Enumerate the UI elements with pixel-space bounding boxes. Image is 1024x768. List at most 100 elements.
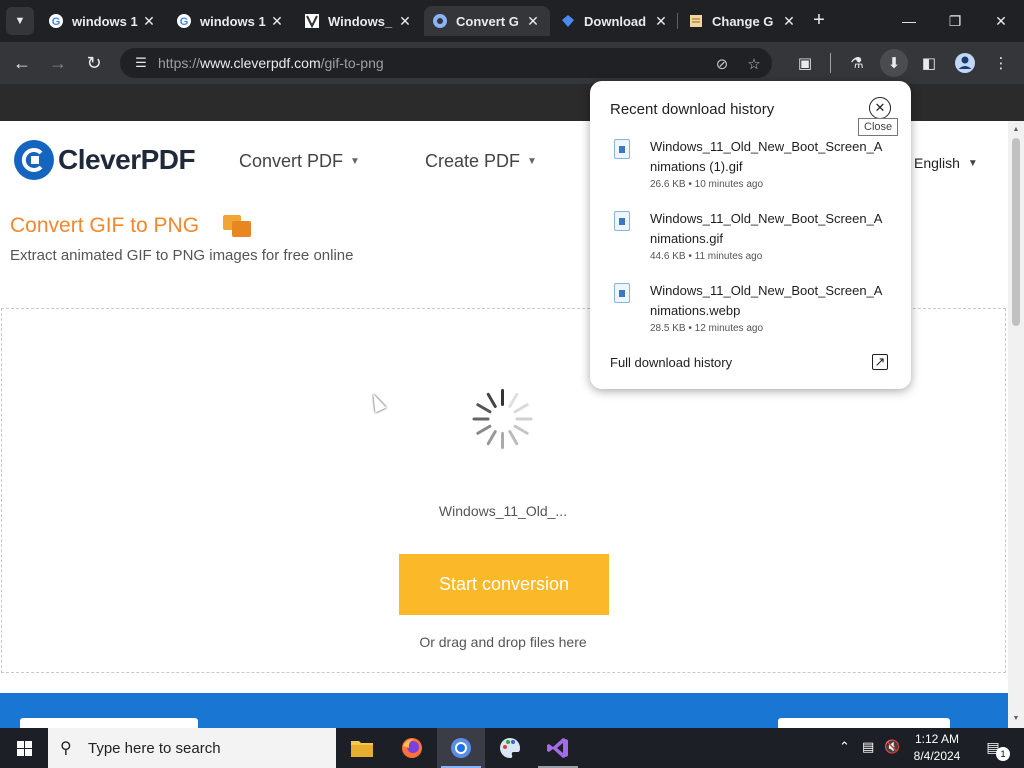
close-icon[interactable]: ✕: [869, 97, 891, 119]
show-hidden-icons[interactable]: ⌃: [839, 739, 850, 755]
footer-banner: [0, 693, 1008, 728]
clock-time: 1:12 AM: [914, 732, 960, 746]
page-scrollbar[interactable]: ▲ ▼: [1008, 121, 1024, 728]
address-bar[interactable]: ☰ https://www.cleverpdf.com/gif-to-png ⊘…: [120, 48, 772, 78]
close-tab-icon[interactable]: ✕: [524, 12, 542, 30]
banner-card: [20, 718, 198, 728]
tool-title-text: Convert GIF to PNG: [10, 214, 200, 237]
site-settings-icon[interactable]: ☰: [126, 55, 156, 71]
url-text[interactable]: https://www.cleverpdf.com/gif-to-png: [158, 55, 384, 71]
chevron-down-icon: ▼: [14, 15, 26, 27]
minimize-icon: —: [902, 13, 916, 29]
file-explorer-app[interactable]: [338, 728, 386, 768]
bookmark-star-icon[interactable]: ☆: [744, 54, 764, 74]
tab-search-button[interactable]: ▼: [6, 7, 34, 35]
arrow-left-icon: ←: [13, 52, 31, 73]
uploaded-file-name: Windows_11_Old_...: [438, 503, 568, 519]
chrome-app[interactable]: [437, 728, 485, 768]
download-item[interactable]: Windows_11_Old_New_Boot_Screen_Animation…: [614, 209, 894, 265]
back-button[interactable]: ←: [8, 49, 36, 77]
download-icon[interactable]: ⬇: [880, 49, 908, 77]
file-icon: [614, 283, 630, 303]
side-panel-icon[interactable]: ◧: [916, 50, 942, 76]
diamond-icon: [560, 13, 576, 29]
download-file-meta: 28.5 KB • 12 minutes ago: [650, 323, 764, 334]
full-download-history-link[interactable]: Full download history: [610, 355, 732, 370]
scroll-down-icon[interactable]: ▼: [1008, 712, 1024, 726]
logo-text: CleverPDF: [58, 144, 196, 175]
cleverpdf-icon: [432, 13, 448, 29]
network-icon[interactable]: ▤: [862, 739, 874, 755]
restore-button[interactable]: ❐: [932, 0, 978, 42]
tab-windows-1b[interactable]: G windows 1 ✕: [168, 6, 294, 36]
tab-download[interactable]: Download ✕: [552, 6, 678, 36]
tab-strip: ▼ G windows 1 ✕ G windows 1 ✕ Windows_ ✕…: [0, 0, 1024, 42]
close-window-button[interactable]: ✕: [978, 0, 1024, 42]
new-tab-button[interactable]: +: [808, 9, 830, 31]
minimize-button[interactable]: —: [886, 0, 932, 42]
chevron-down-icon: ▼: [527, 156, 537, 167]
tab-title: Convert G: [456, 13, 519, 29]
paint-app[interactable]: [486, 728, 534, 768]
download-item[interactable]: Windows_11_Old_New_Boot_Screen_Animation…: [614, 281, 894, 337]
close-tab-icon[interactable]: ✕: [268, 12, 286, 30]
site-logo[interactable]: CleverPDF: [14, 140, 196, 180]
labs-flask-icon[interactable]: ⚗: [844, 50, 870, 76]
start-button[interactable]: [0, 728, 48, 768]
close-tab-icon[interactable]: ✕: [396, 12, 414, 30]
menu-kebab-icon[interactable]: ⋮: [988, 50, 1014, 76]
notification-center-icon[interactable]: ▤ 1: [982, 737, 1010, 761]
nav-convert-pdf[interactable]: Convert PDF ▼: [239, 151, 360, 172]
svg-text:G: G: [52, 16, 61, 28]
nav-create-pdf[interactable]: Create PDF ▼: [425, 151, 537, 172]
system-clock[interactable]: 1:12 AM 8/4/2024: [904, 731, 970, 765]
reload-button[interactable]: ↻: [80, 49, 108, 77]
reload-icon: ↻: [86, 52, 102, 73]
paint-palette-icon: [500, 738, 520, 758]
forward-button[interactable]: →: [44, 49, 72, 77]
file-icon: [614, 139, 630, 159]
download-item[interactable]: Windows_11_Old_New_Boot_Screen_Animation…: [614, 137, 894, 193]
language-label: English: [914, 155, 960, 171]
extensions-icon[interactable]: ▣: [792, 50, 818, 76]
gif-to-png-icon: [223, 215, 252, 237]
clock-date: 8/4/2024: [913, 749, 961, 763]
scrollbar-thumb[interactable]: [1012, 138, 1020, 326]
notification-count: 1: [996, 747, 1010, 761]
svg-text:G: G: [180, 16, 189, 28]
close-tab-icon[interactable]: ✕: [140, 12, 158, 30]
start-conversion-button[interactable]: Start conversion: [399, 554, 609, 615]
tab-windows-1a[interactable]: G windows 1 ✕: [40, 6, 166, 36]
language-selector[interactable]: English ▼: [914, 155, 978, 171]
download-file-name: Windows_11_Old_New_Boot_Screen_Animation…: [650, 139, 883, 174]
tab-windows-doc[interactable]: Windows_ ✕: [296, 6, 422, 36]
firefox-app[interactable]: [388, 728, 436, 768]
download-panel-title: Recent download history: [610, 101, 775, 118]
nav-label: Convert PDF: [239, 151, 344, 171]
scroll-up-icon[interactable]: ▲: [1008, 123, 1024, 137]
url-scheme: https://: [158, 55, 201, 71]
tab-convert-gif[interactable]: Convert G ✕: [424, 6, 550, 36]
download-file-meta: 26.6 KB • 10 minutes ago: [650, 179, 764, 190]
close-tab-icon[interactable]: ✕: [780, 12, 798, 30]
tab-title: Change G: [712, 13, 774, 29]
open-external-icon[interactable]: ↗: [872, 354, 888, 370]
close-tab-icon[interactable]: ✕: [652, 12, 670, 30]
url-host: www.cleverpdf.com: [200, 55, 321, 71]
eye-off-icon[interactable]: ⊘: [712, 54, 732, 74]
visual-studio-app[interactable]: [534, 728, 582, 768]
windows-logo-icon: [16, 740, 32, 756]
loading-spinner-icon: [472, 389, 533, 449]
tab-change-gif[interactable]: Change G ✕: [680, 6, 806, 36]
download-history-panel: Recent download history ✕ Close Windows_…: [590, 81, 911, 389]
profile-avatar-icon[interactable]: [952, 50, 978, 76]
tool-subtitle: Extract animated GIF to PNG images for f…: [10, 247, 354, 264]
chevron-down-icon: ▼: [967, 157, 978, 169]
taskbar-search-box[interactable]: ⚲ Type here to search: [48, 728, 336, 768]
tab-title: Windows_: [328, 13, 393, 29]
nav-label: Create PDF: [425, 151, 521, 171]
folder-icon: [351, 741, 373, 757]
banner-card: [778, 718, 950, 728]
volume-muted-icon[interactable]: 🔇: [884, 739, 900, 755]
download-file-name: Windows_11_Old_New_Boot_Screen_Animation…: [650, 283, 883, 318]
